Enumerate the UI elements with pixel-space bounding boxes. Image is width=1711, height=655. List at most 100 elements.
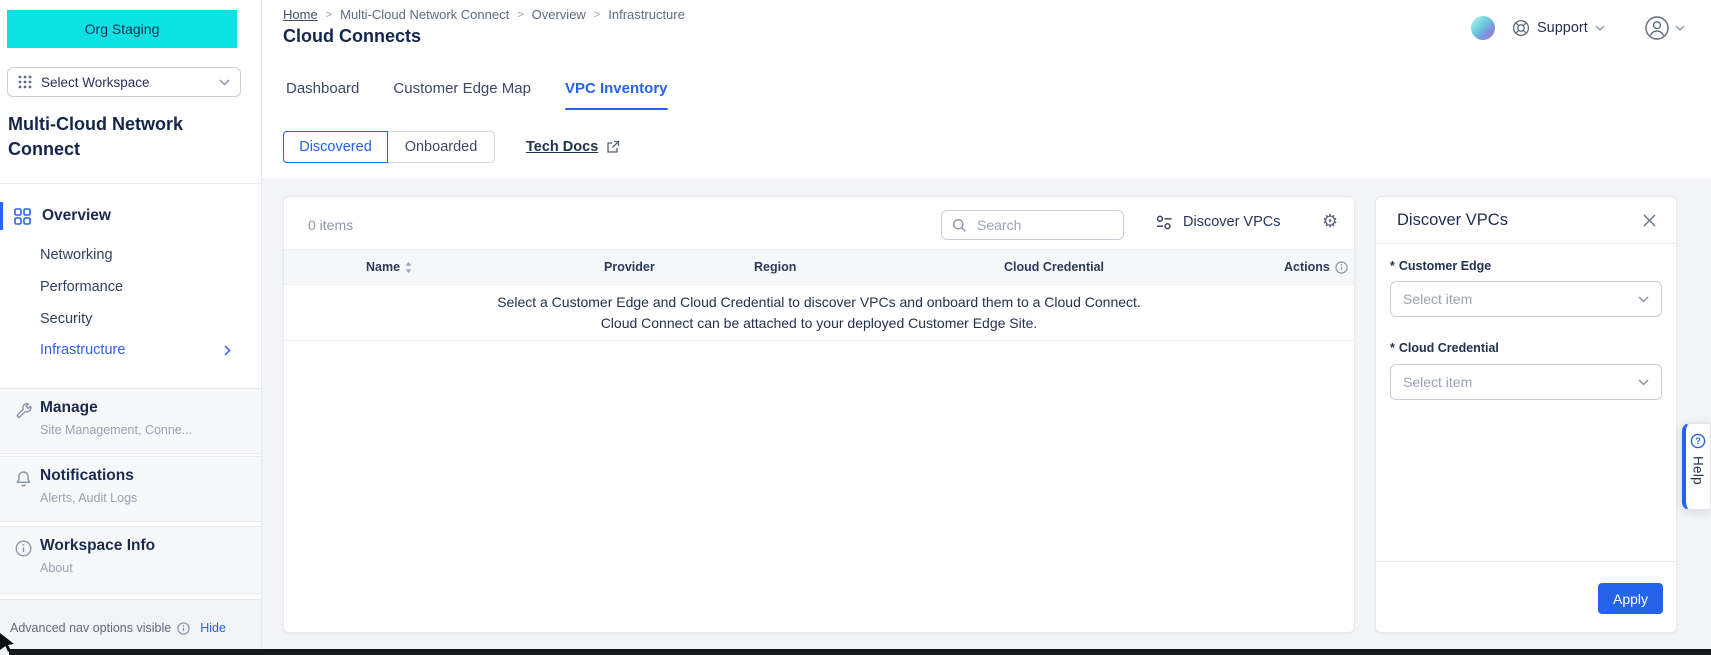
org-staging-button[interactable]: Org Staging [7, 10, 237, 48]
sidebar-item-manage-label: Manage [40, 399, 98, 417]
required-marker: * [1390, 341, 1395, 355]
support-label: Support [1537, 20, 1588, 36]
tab-customer-edge-map[interactable]: Customer Edge Map [393, 80, 531, 110]
breadcrumb-mcn-connect[interactable]: Multi-Cloud Network Connect [340, 7, 509, 22]
breadcrumb-separator: > [517, 9, 523, 21]
sidebar-item-manage[interactable]: Manage Site Management, Conne... [0, 388, 261, 454]
page-title: Cloud Connects [283, 26, 421, 47]
customer-edge-select[interactable]: Select item [1390, 281, 1662, 317]
tab-dashboard[interactable]: Dashboard [286, 80, 359, 110]
column-header-actions: Actions [1284, 260, 1354, 274]
column-header-provider: Provider [584, 260, 754, 274]
active-indicator-bar [0, 202, 3, 230]
breadcrumb-home[interactable]: Home [283, 7, 318, 22]
close-icon[interactable] [1641, 212, 1658, 229]
user-icon [1644, 15, 1670, 41]
question-circle-icon: ? [1690, 433, 1706, 449]
view-toggle: Discovered Onboarded [283, 131, 495, 163]
sidebar-item-notifications[interactable]: Notifications Alerts, Audit Logs [0, 456, 261, 522]
sliders-icon [1156, 215, 1173, 230]
app-window: Org Staging Select Workspace Multi-Cloud… [0, 0, 1711, 655]
customer-edge-label-text: Customer Edge [1399, 259, 1491, 273]
empty-state-line1: Select a Customer Edge and Cloud Credent… [497, 294, 1141, 310]
sidebar-item-networking[interactable]: Networking [0, 240, 261, 270]
discover-vpcs-panel: Discover VPCs * Customer Edge Select ite… [1375, 196, 1677, 633]
cloud-credential-select-placeholder: Select item [1403, 374, 1472, 390]
chevron-down-icon [1595, 25, 1605, 31]
wrench-icon [15, 402, 33, 420]
vpc-table-card: 0 items Discover VPCs ⚙ Name [283, 196, 1355, 633]
chevron-down-icon [1638, 296, 1649, 303]
chevron-down-icon [1675, 25, 1685, 31]
table-settings-gear-icon[interactable]: ⚙ [1322, 210, 1338, 234]
tech-docs-link[interactable]: Tech Docs [526, 139, 620, 155]
info-circle-icon [177, 622, 190, 635]
search-icon [952, 218, 967, 233]
divider [0, 183, 261, 184]
column-header-name-label: Name [366, 260, 400, 274]
lifebuoy-icon [1512, 19, 1530, 37]
required-marker: * [1390, 259, 1395, 273]
sidebar-item-workspace-info-subtitle: About [40, 561, 73, 575]
column-header-name[interactable]: Name [284, 260, 584, 274]
external-link-icon [606, 140, 620, 154]
cloud-credential-select[interactable]: Select item [1390, 364, 1662, 400]
sidebar-item-notifications-subtitle: Alerts, Audit Logs [40, 491, 137, 505]
sidebar: Org Staging Select Workspace Multi-Cloud… [0, 0, 262, 655]
sidebar-item-manage-subtitle: Site Management, Conne... [40, 423, 192, 437]
sidebar-item-workspace-info-label: Workspace Info [40, 537, 155, 555]
items-count: 0 items [308, 217, 353, 233]
help-tab[interactable]: ? Help [1682, 423, 1711, 510]
discover-vpcs-button[interactable]: Discover VPCs [1156, 214, 1281, 230]
info-circle-icon [15, 540, 32, 557]
sidebar-item-overview[interactable]: Overview [0, 198, 261, 234]
mouse-cursor [0, 633, 15, 655]
sort-icon [405, 262, 412, 273]
workspace-selector-label: Select Workspace [41, 75, 210, 90]
panel-footer-divider [1376, 561, 1676, 562]
column-header-actions-label: Actions [1284, 260, 1330, 274]
tab-vpc-inventory[interactable]: VPC Inventory [565, 80, 668, 110]
breadcrumb-overview[interactable]: Overview [532, 7, 586, 22]
column-header-cloud-credential: Cloud Credential [1004, 260, 1284, 274]
sidebar-item-overview-label: Overview [42, 207, 111, 225]
sidebar-item-notifications-label: Notifications [40, 467, 134, 485]
sidebar-item-infrastructure[interactable]: Infrastructure [0, 335, 261, 365]
empty-state-message: Select a Customer Edge and Cloud Credent… [284, 285, 1354, 341]
cloud-credential-label: * Cloud Credential [1390, 341, 1499, 355]
workspace-selector[interactable]: Select Workspace [7, 67, 241, 97]
hide-nav-link[interactable]: Hide [200, 621, 226, 635]
avatar[interactable] [1471, 16, 1495, 40]
empty-state-line2: Cloud Connect can be attached to your de… [601, 315, 1038, 331]
sidebar-item-performance[interactable]: Performance [0, 272, 261, 302]
info-circle-icon [1335, 261, 1348, 274]
toggle-discovered[interactable]: Discovered [283, 131, 388, 163]
product-title: Multi-Cloud Network Connect [8, 112, 236, 162]
apply-button[interactable]: Apply [1598, 583, 1663, 614]
chevron-down-icon [1638, 379, 1649, 386]
cloud-credential-label-text: Cloud Credential [1399, 341, 1499, 355]
advanced-nav-text: Advanced nav options visible [10, 621, 171, 635]
breadcrumb: Home > Multi-Cloud Network Connect > Ove… [283, 7, 685, 22]
breadcrumb-separator: > [326, 9, 332, 21]
sidebar-item-workspace-info[interactable]: Workspace Info About [0, 526, 261, 594]
panel-header: Discover VPCs [1376, 197, 1676, 244]
support-menu[interactable]: Support [1512, 16, 1605, 40]
user-menu[interactable] [1644, 14, 1685, 42]
search-input[interactable] [975, 216, 1113, 234]
breadcrumb-infrastructure: Infrastructure [608, 7, 685, 22]
toggle-onboarded[interactable]: Onboarded [388, 131, 495, 163]
grid-dots-icon [18, 75, 32, 89]
chevron-down-icon [219, 79, 230, 86]
sidebar-item-infrastructure-label: Infrastructure [40, 342, 125, 358]
breadcrumb-separator: > [594, 9, 600, 21]
svg-text:?: ? [1695, 436, 1701, 446]
sidebar-footer: Advanced nav options visible Hide [0, 599, 261, 655]
customer-edge-label: * Customer Edge [1390, 259, 1491, 273]
sidebar-item-security[interactable]: Security [0, 304, 261, 334]
table-header-row: Name Provider Region Cloud Credential Ac… [284, 249, 1354, 285]
tab-bar: Dashboard Customer Edge Map VPC Inventor… [286, 80, 668, 110]
discover-vpcs-button-label: Discover VPCs [1183, 214, 1281, 230]
search-box [941, 210, 1124, 240]
help-tab-label: Help [1691, 456, 1706, 485]
